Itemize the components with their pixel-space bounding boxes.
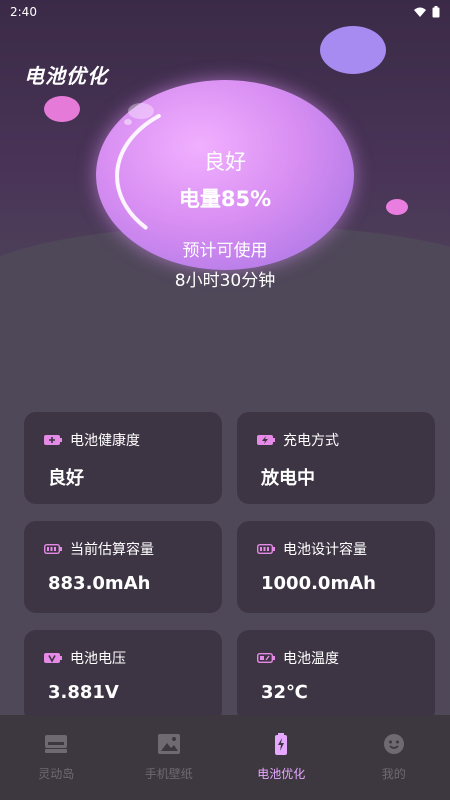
card-label: 电池温度	[283, 651, 339, 667]
card-charge-mode: 充电方式 放电中	[237, 412, 435, 504]
battery-voltage-icon	[44, 653, 62, 663]
nav-label: 我的	[381, 767, 406, 781]
battery-icon	[275, 733, 288, 755]
smiley-icon	[383, 734, 404, 754]
card-label: 电池设计容量	[283, 542, 367, 558]
battery-temp-icon	[257, 653, 275, 663]
nav-item-wallpaper[interactable]: 手机壁纸	[113, 715, 226, 800]
battery-bars-icon	[44, 544, 62, 554]
nav-item-battery[interactable]: 电池优化	[225, 715, 338, 800]
nav-label: 灵动岛	[38, 767, 75, 781]
orb-highlight	[124, 119, 132, 125]
battery-bolt-icon	[257, 435, 275, 445]
nav-label: 手机壁纸	[144, 767, 193, 781]
nav-item-dynamic-island[interactable]: 灵动岛	[0, 715, 113, 800]
card-value: 3.881V	[48, 682, 119, 703]
card-battery-health: 电池健康度 良好	[24, 412, 222, 504]
status-bar: 2:40	[0, 0, 450, 24]
card-temperature: 电池温度 32℃	[237, 630, 435, 722]
orb-highlight	[128, 103, 154, 119]
battery-health-text: 良好	[204, 150, 246, 174]
card-estimated-capacity: 当前估算容量 883.0mAh	[24, 521, 222, 613]
nav-label: 电池优化	[257, 767, 306, 781]
dynamic-island-icon	[45, 735, 68, 753]
battery-plus-icon	[44, 435, 62, 445]
card-design-capacity: 电池设计容量 1000.0mAh	[237, 521, 435, 613]
estimate-label: 预计可使用	[182, 241, 268, 261]
estimate-time: 8小时30分钟	[174, 271, 276, 291]
card-label: 电池电压	[70, 651, 126, 667]
wallpaper-icon	[157, 734, 180, 754]
decor-bubble	[44, 96, 80, 122]
nav-item-profile[interactable]: 我的	[338, 715, 450, 800]
card-voltage: 电池电压 3.881V	[24, 630, 222, 722]
card-value: 32℃	[261, 682, 308, 703]
battery-level-text: 电量85%	[178, 187, 272, 211]
card-value: 良好	[48, 468, 84, 489]
bottom-nav: 灵动岛 手机壁纸 电池优化 我的	[0, 715, 450, 800]
card-value: 1000.0mAh	[261, 573, 376, 594]
card-value: 883.0mAh	[48, 573, 151, 594]
battery-status-icon	[432, 6, 440, 18]
card-label: 充电方式	[283, 433, 339, 449]
status-icons	[414, 6, 440, 18]
wifi-icon	[414, 7, 426, 17]
decor-bubble	[320, 26, 386, 74]
page-title: 电池优化	[24, 64, 108, 88]
card-label: 电池健康度	[70, 433, 140, 449]
card-value: 放电中	[261, 468, 315, 489]
status-time: 2:40	[10, 5, 37, 19]
card-label: 当前估算容量	[70, 542, 154, 558]
battery-bars-icon	[257, 544, 275, 554]
